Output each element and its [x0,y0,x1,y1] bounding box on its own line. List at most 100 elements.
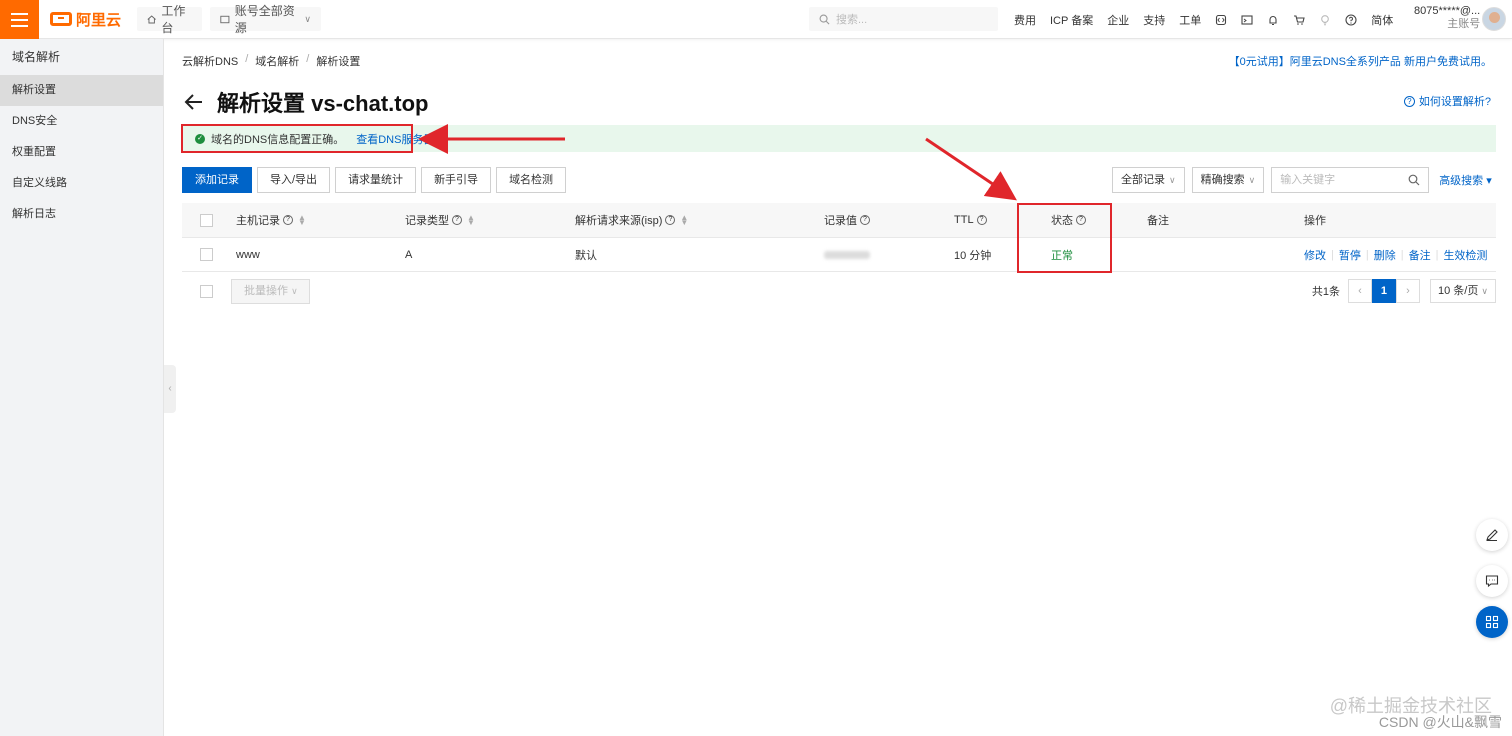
search-icon [819,14,830,24]
help-icon[interactable]: ? [452,215,462,225]
column-remark: 备注 [1147,215,1169,227]
column-ops: 操作 [1304,215,1326,227]
cell-ttl: 10 分钟 [954,249,992,262]
select-all-checkbox[interactable] [200,213,213,227]
cell-type: A [405,248,413,261]
global-search-input[interactable]: 搜索... [809,7,998,31]
breadcrumb: 云解析DNS / 域名解析 / 解析设置 [182,53,361,69]
pencil-icon [1486,529,1498,542]
cart-icon[interactable] [1293,14,1305,26]
bulk-select-checkbox[interactable] [200,285,213,298]
hamburger-menu-button[interactable] [0,0,39,39]
help-icon[interactable] [1345,13,1357,26]
sidebar-item-weight[interactable]: 权重配置 [0,137,163,168]
chevron-down-icon: ∨ [1248,175,1256,185]
aliyun-logo-icon [50,12,72,26]
chevron-down-icon: ∨ [304,13,311,24]
enterprise-link[interactable]: 企业 [1107,12,1129,28]
next-page-button[interactable]: › [1395,279,1420,303]
remark-link[interactable]: 备注 [1409,247,1431,263]
icp-link[interactable]: ICP 备案 [1050,12,1093,28]
pause-link[interactable]: 暂停 [1339,247,1361,263]
redacted-record-value [824,250,870,259]
pagination: 共1条 ‹ 1 › 10 条/页 ∨ [1312,279,1496,303]
support-link[interactable]: 支持 [1143,12,1165,28]
sort-icon[interactable]: ▲ ▼ [680,214,688,227]
app-grid-button[interactable] [1476,606,1508,638]
code-icon[interactable] [1215,14,1227,26]
add-record-button[interactable]: 添加记录 [182,167,252,193]
sort-icon[interactable]: ▲ ▼ [298,214,306,227]
import-export-button[interactable]: 导入/导出 [257,167,331,193]
delete-link[interactable]: 删除 [1374,247,1396,263]
sort-icon[interactable]: ▲ ▼ [467,214,475,227]
sidebar-item-custom-line[interactable]: 自定义线路 [0,168,163,199]
domain-check-button[interactable]: 域名检测 [496,167,567,193]
effect-check-link[interactable]: 生效检测 [1443,247,1487,263]
help-icon[interactable]: ? [860,215,870,225]
caret-down-icon: ▾ [1486,175,1492,187]
help-icon[interactable]: ? [976,215,987,225]
breadcrumb-item[interactable]: 域名解析 [255,53,299,69]
help-icon[interactable]: ? [665,215,676,225]
account-name: 8075*****@... [1414,5,1481,17]
cell-host: www [236,248,260,261]
grid-icon [1485,615,1499,629]
promo-link[interactable]: 【0元试用】阿里云DNS全系列产品 新用户免费试用。 [1229,53,1492,69]
chevron-down-icon: ∨ [1169,175,1176,185]
back-arrow-icon[interactable] [182,90,206,114]
request-stats-button[interactable]: 请求量统计 [335,167,417,193]
account-role: 主账号 [1447,18,1481,30]
search-icon[interactable] [1408,174,1420,186]
terminal-icon[interactable] [1241,14,1253,26]
account-menu[interactable]: 8075*****@... 主账号 [1414,5,1480,31]
workbench-button[interactable]: 工作台 [137,4,202,35]
chevron-down-icon: ∨ [291,286,298,296]
language-switch[interactable]: 简体 [1371,12,1393,28]
sidebar: 域名解析 解析设置 DNS安全 权重配置 自定义线路 解析日志 [0,39,164,736]
record-filter-select[interactable]: 全部记录 ∨ [1112,167,1185,193]
sidebar-item-logs[interactable]: 解析日志 [0,199,163,230]
help-icon[interactable]: ? [283,215,293,225]
table-header: 主机记录? ▲ ▼ 记录类型? ▲ ▼ 解析请求来源(isp)? ▲ ▼ 记录值? TTL?… [182,203,1496,238]
sidebar-collapse-handle[interactable]: ‹ [164,365,176,413]
column-type[interactable]: 记录类型? ▲ ▼ [405,203,475,237]
total-count: 共1条 [1311,286,1340,298]
question-icon: ? [1403,95,1415,107]
bulk-actions-dropdown[interactable]: 批量操作 ∨ [231,279,310,304]
page-number[interactable]: 1 [1371,279,1396,303]
breadcrumb-current: 解析设置 [316,56,361,68]
how-to-configure-link[interactable]: ? 如何设置解析? [1403,93,1491,109]
advanced-search-link[interactable]: 高级搜索 ▾ [1439,172,1492,188]
keyword-search-input[interactable]: 输入关键字 [1271,167,1430,193]
cell-line: 默认 [575,249,597,262]
column-line[interactable]: 解析请求来源(isp)? ▲ ▼ [575,203,688,237]
breadcrumb-item[interactable]: 云解析DNS [182,53,238,69]
column-ttl: TTL? [954,203,987,237]
bell-icon[interactable] [1267,14,1279,26]
top-navbar: 阿里云 工作台 账号全部资源 ∨ 搜索... 费用 ICP 备案 企业 支持 工… [0,0,1512,39]
aliyun-logo[interactable]: 阿里云 [50,9,121,29]
ticket-link[interactable]: 工单 [1179,12,1201,28]
billing-link[interactable]: 费用 [1014,12,1036,28]
beginner-guide-button[interactable]: 新手引导 [421,167,492,193]
hierarchy-icon [220,15,230,23]
row-checkbox[interactable] [200,248,213,261]
page-size-select[interactable]: 10 条/页 ∨ [1429,279,1496,303]
annotation-box-status [1017,203,1112,273]
sidebar-item-dns-settings[interactable]: 解析设置 [0,75,163,106]
column-host[interactable]: 主机记录? ▲ ▼ [236,203,306,237]
prev-page-button[interactable]: ‹ [1347,279,1372,303]
resource-scope-dropdown[interactable]: 账号全部资源 ∨ [210,4,321,35]
feedback-edit-button[interactable] [1476,519,1508,551]
edit-link[interactable]: 修改 [1304,247,1326,263]
avatar[interactable] [1482,7,1506,31]
search-mode-select[interactable]: 精确搜索 ∨ [1191,167,1265,193]
lightbulb-icon[interactable] [1319,14,1331,26]
chat-button[interactable] [1476,565,1508,597]
table-row: www A 默认 10 分钟 正常 修改 | 暂停 | 删除 | 备注 | 生效检测 [182,238,1496,272]
home-icon [147,14,156,23]
sidebar-title[interactable]: 域名解析 [0,39,163,75]
chevron-down-icon: ∨ [1481,286,1488,296]
sidebar-item-dns-security[interactable]: DNS安全 [0,106,163,137]
